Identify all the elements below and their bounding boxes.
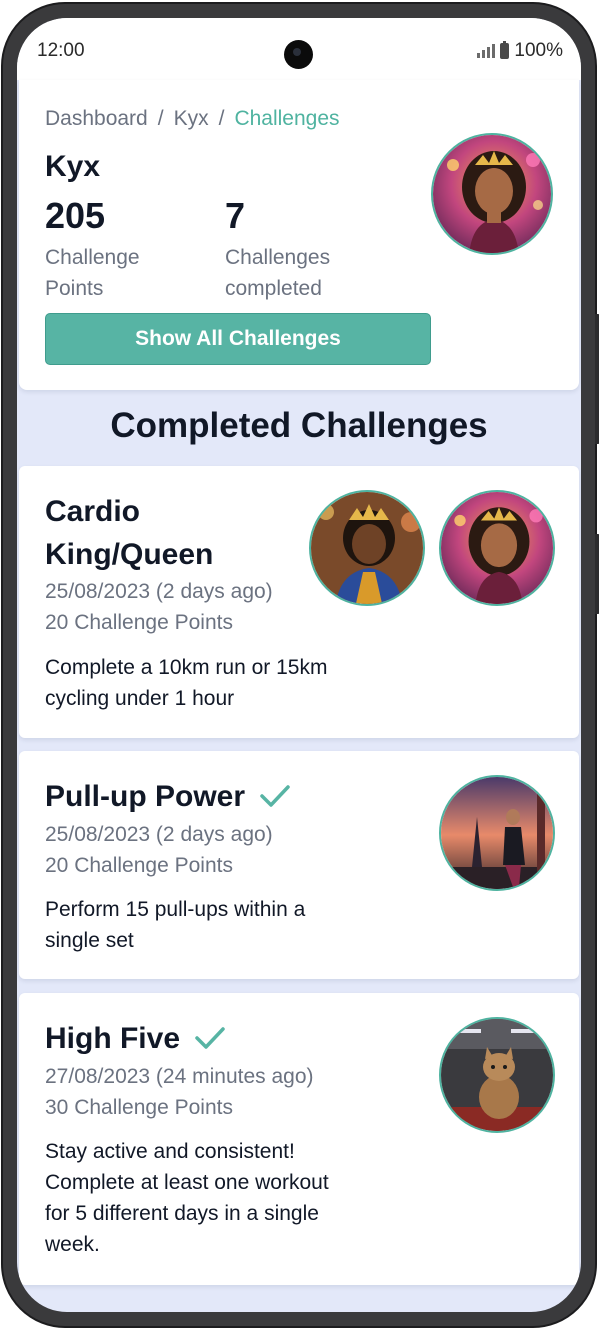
challenge-description: Perform 15 pull-ups within a single set [45,898,306,952]
challenge-title: Cardio King/Queen [45,495,214,571]
breadcrumb-separator: / [157,107,164,130]
breadcrumb-user[interactable]: Kyx [174,107,209,130]
challenge-date: 25/08/2023 (2 days ago) [45,823,273,846]
challenge-points: 30 Challenge Points [45,1096,233,1119]
points-stat: 205 Challenge Points [45,194,140,304]
breadcrumb: Dashboard / Kyx / Challenges [45,107,340,131]
check-icon [194,1019,226,1062]
challenge-date: 25/08/2023 (2 days ago) [45,580,273,603]
challenge-photo[interactable] [439,1017,555,1133]
breadcrumb-separator: / [218,107,225,130]
status-time: 12:00 [37,40,85,61]
challenge-card[interactable]: High Five 27/08/2023 (24 minutes ago) 30… [19,993,579,1285]
challenge-description: Stay active and consistent! Complete at … [45,1140,329,1256]
challenge-title: Pull-up Power [45,775,291,820]
challenge-card[interactable]: Pull-up Power 25/08/2023 (2 days ago) 20… [19,751,579,979]
participant-avatar[interactable] [309,490,425,606]
section-title: Completed Challenges [110,406,488,445]
signal-icon [477,44,496,58]
challenge-points: 20 Challenge Points [45,611,233,634]
breadcrumb-dashboard[interactable]: Dashboard [45,107,148,130]
check-icon [259,777,291,820]
screen: 12:00 100% Dashboard / Kyx / Challenges Kyx … [17,18,581,1312]
challenge-points: 20 Challenge Points [45,854,233,877]
status-icons: 100% [477,40,563,62]
show-all-challenges-button[interactable]: Show All Challenges [45,313,431,365]
challenge-title: High Five [45,1017,226,1062]
points-value: 205 [45,195,106,236]
challenge-photo[interactable] [439,775,555,891]
breadcrumb-challenges[interactable]: Challenges [234,107,339,130]
user-avatar[interactable] [431,133,553,255]
completed-stat: 7 Challenges completed [225,194,330,304]
power-button [595,534,599,614]
battery-percent: 100% [514,40,563,61]
profile-card: Dashboard / Kyx / Challenges Kyx 205 Challen… [19,80,579,390]
user-avatar[interactable] [439,490,555,606]
challenge-description: Complete a 10km run or 15km cycling unde… [45,656,328,710]
challenge-date: 27/08/2023 (24 minutes ago) [45,1065,314,1088]
user-name: Kyx [45,150,101,183]
points-label: Challenge Points [45,246,140,300]
completed-value: 7 [225,195,246,236]
camera-icon [284,40,313,69]
phone-frame: 12:00 100% Dashboard / Kyx / Challenges Kyx … [1,2,599,1328]
completed-label: Challenges completed [225,246,331,300]
volume-button [595,314,599,444]
challenge-card[interactable]: Cardio King/Queen 25/08/2023 (2 days ago… [19,466,579,738]
status-bar: 12:00 100% [17,18,581,80]
battery-icon [500,41,510,59]
